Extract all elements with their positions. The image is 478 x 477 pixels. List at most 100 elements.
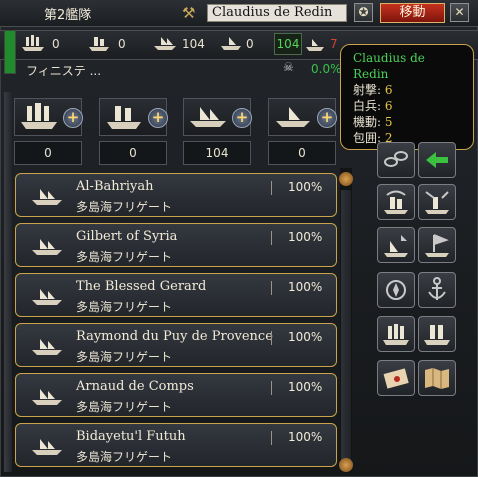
map-icon (425, 368, 449, 389)
transport-icon (221, 37, 241, 50)
skull-icon: ☠ (283, 60, 294, 74)
heavy-ship-icon (21, 103, 57, 129)
galley-icon (32, 239, 62, 255)
divider (271, 231, 272, 245)
ship-list: Al-Bahriyah 100% 多島海フリゲート Gilbert of Syr… (15, 173, 337, 473)
add-transport-button[interactable]: + (317, 108, 337, 128)
anchor-icon (428, 277, 446, 300)
light-ship-icon (89, 37, 109, 51)
galley-icon (32, 389, 62, 405)
detach-transports-button[interactable] (418, 227, 456, 263)
ship-strength: 100% (288, 380, 323, 394)
ship-strength: 100% (288, 330, 323, 344)
hunt-pirates-button[interactable] (418, 316, 456, 352)
fleet-strength-bar (4, 30, 16, 74)
heavy-ship-icon (22, 35, 44, 51)
heavy-count: 0 (52, 37, 60, 51)
ship-type: 多島海フリゲート (76, 450, 173, 464)
ship-name: Al-Bahriyah (76, 179, 154, 194)
tooltip-row-maneuver: 機動: 5 (353, 115, 393, 129)
list-item[interactable]: Al-Bahriyah 100% 多島海フリゲート (15, 173, 337, 217)
split-ships-icon (384, 190, 408, 214)
detach-ship-icon (384, 235, 408, 257)
blockade-button[interactable] (377, 316, 415, 352)
green-arrow-icon (426, 152, 448, 168)
rename-hammer-icon[interactable]: ⚒ (182, 4, 202, 22)
add-galley-button[interactable]: + (232, 108, 252, 128)
strength-value: 104 (274, 33, 302, 55)
list-item[interactable]: The Blessed Gerard 100% 多島海フリゲート (15, 273, 337, 317)
detach-chain-button[interactable] (377, 142, 415, 178)
exploration-button[interactable] (377, 272, 415, 308)
admiral-name-field[interactable]: Claudius de Redin (207, 4, 347, 22)
light-total: 0 (99, 141, 167, 165)
list-item[interactable]: Gilbert of Syria 100% 多島海フリゲート (15, 223, 337, 267)
ship-name: The Blessed Gerard (76, 279, 207, 294)
fleet-title: 第2艦隊 (44, 8, 92, 23)
scrollbar-thumb[interactable] (341, 190, 351, 462)
detach-galleys-button[interactable] (377, 227, 415, 263)
galley-icon (190, 107, 226, 127)
ship-strength: 100% (288, 230, 323, 244)
ship-name: Bidayetu'l Futuh (76, 429, 186, 444)
split-fleet-button[interactable] (377, 184, 415, 220)
ship-name: Raymond du Puy de Provence (76, 329, 273, 344)
divider (271, 331, 272, 345)
merge-arrow-button[interactable] (418, 142, 456, 178)
ship-name: Arnaud de Comps (76, 379, 194, 394)
left-frame (4, 92, 12, 472)
galley-icon (32, 439, 62, 455)
flag-icon (425, 234, 449, 257)
location-label[interactable]: フィニステ ... (26, 62, 101, 79)
add-light-button[interactable]: + (148, 108, 168, 128)
leader-icon[interactable]: ✪ (354, 3, 373, 22)
close-button[interactable]: ✕ (450, 3, 469, 22)
light-count: 0 (118, 37, 126, 51)
tooltip-row-shock: 白兵: 6 (353, 99, 393, 113)
transport-count: 0 (246, 37, 254, 51)
heavy-total: 0 (14, 141, 82, 165)
tooltip-row-fire: 射撃: 6 (353, 83, 393, 97)
divider (271, 281, 272, 295)
divider (271, 381, 272, 395)
ship-strength: 100% (288, 180, 323, 194)
fleet-ships-icon (424, 325, 450, 345)
morale-percent: 0.0% (311, 62, 342, 76)
mission-letter-button[interactable] (377, 360, 415, 396)
add-heavy-button[interactable]: + (63, 108, 83, 128)
list-item[interactable]: Bidayetu'l Futuh 100% 多島海フリゲート (15, 423, 337, 467)
red-stat: 7 (330, 37, 338, 51)
galley-icon (154, 37, 176, 50)
scroll-up-button[interactable] (339, 172, 353, 186)
list-item[interactable]: Raymond du Puy de Provence 100% 多島海フリゲート (15, 323, 337, 367)
letter-icon (383, 368, 409, 389)
ship-type: 多島海フリゲート (76, 300, 173, 314)
divider (271, 181, 272, 195)
ship-type: 多島海フリゲート (76, 350, 173, 364)
ship-strength: 100% (288, 280, 323, 294)
list-item[interactable]: Arnaud de Comps 100% 多島海フリゲート (15, 373, 337, 417)
ship-type: 多島海フリゲート (76, 200, 173, 214)
compass-icon (386, 280, 406, 300)
split-half-button[interactable] (418, 184, 456, 220)
move-button[interactable]: 移動 (380, 3, 445, 23)
galley-total: 104 (183, 141, 251, 165)
galley-icon (32, 289, 62, 305)
transport-icon (276, 107, 310, 127)
galley-icon (32, 339, 62, 355)
tooltip-name: Claudius de Redin (353, 51, 425, 81)
divider (271, 431, 272, 445)
scroll-down-button[interactable] (339, 458, 353, 472)
light-ship-icon (107, 106, 141, 129)
blockade-ships-icon (383, 324, 409, 345)
top-bar: 第2艦隊 ⚒ Claudius de Redin ✪ 移動 ✕ (0, 0, 478, 27)
map-button[interactable] (418, 360, 456, 396)
chain-icon (384, 151, 408, 167)
transport-total: 0 (268, 141, 336, 165)
split-arrows-icon (425, 191, 449, 214)
galley-count: 104 (182, 37, 205, 51)
ship-name: Gilbert of Syria (76, 229, 178, 244)
anchor-button[interactable] (418, 272, 456, 308)
admiral-tooltip: Claudius de Redin 射撃: 6 白兵: 6 機動: 5 包囲: … (340, 44, 474, 150)
ship-type: 多島海フリゲート (76, 250, 173, 264)
